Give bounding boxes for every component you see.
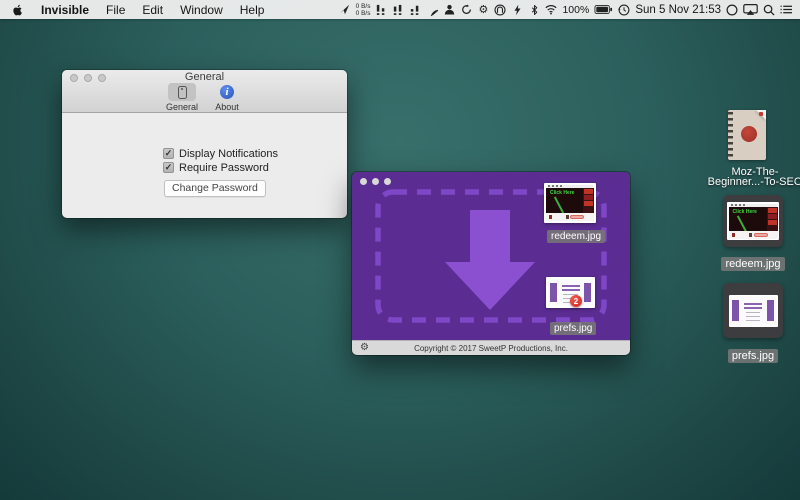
meter-icon[interactable] [409,3,421,16]
bolt-icon[interactable] [511,3,523,16]
thumb-text: Click Here [733,209,757,215]
siri-icon[interactable] [726,3,738,16]
prefs-preview [730,296,776,325]
require-password-label: Require Password [179,162,269,174]
tab-about[interactable]: i About [209,83,245,112]
require-password-checkbox[interactable] [163,162,174,173]
download-arrow-icon [444,210,536,310]
network-speed[interactable]: 0 B/s 0 B/s [356,3,371,17]
desktop-icon-label: redeem.jpg [713,254,793,272]
prefs-filename-label: prefs.jpg [550,322,596,335]
close-button[interactable] [70,74,78,82]
info-icon: i [220,85,234,99]
status-bar: 0 B/s 0 B/s ⚙ [339,3,792,17]
tab-general-label: General [166,102,198,112]
traffic-lights [70,74,106,82]
menu-app-invisible[interactable]: Invisible [41,3,89,17]
desktop-icon-label: Moz-The- Beginner...-To-SEO [700,167,800,187]
display-notifications-label: Display Notifications [179,148,278,160]
gear-icon[interactable]: ⚙ [477,3,489,16]
traffic-lights [360,178,391,185]
apple-menu-icon[interactable] [12,3,24,16]
display-notifications-row: Display Notifications [163,147,278,160]
user-icon[interactable] [443,3,455,16]
thumb-text: Click Here [550,190,574,196]
preferences-titlebar[interactable]: General General i About [62,70,347,113]
tab-about-chip: i [213,83,241,101]
preferences-body: Display Notifications Require Password C… [163,147,278,197]
tab-about-label: About [215,102,239,112]
preferences-toolbar: General i About [62,83,347,112]
fan-icon[interactable] [494,3,506,16]
change-password-button[interactable]: Change Password [164,180,266,197]
meter-icon[interactable] [392,3,404,16]
copyright-text: Copyright © 2017 SweetP Productions, Inc… [352,344,630,353]
redeem-preview: Click Here [546,185,594,221]
image-thumbnail-frame: Click Here [723,195,783,247]
redeem-preview: Click Here [729,204,778,239]
signal-arcs-icon[interactable] [426,3,438,16]
drop-zone-area[interactable]: Click Here redeem.jpg 2 prefs.jp [352,172,630,340]
pdf-document-icon [728,110,766,160]
location-icon[interactable] [339,3,351,16]
require-password-row: Require Password [163,161,278,174]
desktop-icon-label: prefs.jpg [713,346,793,364]
image-thumbnail-frame [723,283,783,338]
moz-logo-circle [741,126,757,142]
battery-percentage[interactable]: 100% [562,4,589,16]
bluetooth-icon[interactable] [528,3,540,16]
device-icon [178,86,187,99]
count-badge: 2 [570,295,582,307]
display-notifications-checkbox[interactable] [163,148,174,159]
minimize-button[interactable] [84,74,92,82]
menu-edit[interactable]: Edit [142,3,163,17]
redeem-thumbnail[interactable]: Click Here [544,183,596,223]
tab-general-chip [168,83,196,101]
wifi-icon[interactable] [545,3,557,16]
display-mirroring-icon[interactable] [743,3,758,16]
app-menus: Invisible File Edit Window Help [12,3,264,17]
pdf-badge [759,112,763,116]
zoom-button[interactable] [98,74,106,82]
sync-icon[interactable] [460,3,472,16]
redeem-filename-label: redeem.jpg [547,230,605,243]
spotlight-search-icon[interactable] [763,3,775,16]
spiral-binding [728,112,733,158]
zoom-button[interactable] [384,178,391,185]
time-machine-icon[interactable] [618,3,630,16]
preferences-window: General General i About Display Notifica… [62,70,347,218]
menu-window[interactable]: Window [180,3,223,17]
notification-center-icon[interactable] [780,3,792,16]
meter-icon[interactable] [375,3,387,16]
menu-clock[interactable]: Sun 5 Nov 21:53 [635,4,721,16]
menu-help[interactable]: Help [240,3,265,17]
battery-icon[interactable] [594,3,613,16]
invisible-drop-window: Click Here redeem.jpg 2 prefs.jp [352,172,630,355]
menu-file[interactable]: File [106,3,125,17]
settings-gear-icon[interactable]: ⚙ [360,342,369,354]
close-button[interactable] [360,178,367,185]
drop-window-statusbar: ⚙ Copyright © 2017 SweetP Productions, I… [352,340,630,355]
tab-general[interactable]: General [164,83,200,112]
menu-bar: Invisible File Edit Window Help 0 B/s 0 … [0,0,800,19]
minimize-button[interactable] [372,178,379,185]
